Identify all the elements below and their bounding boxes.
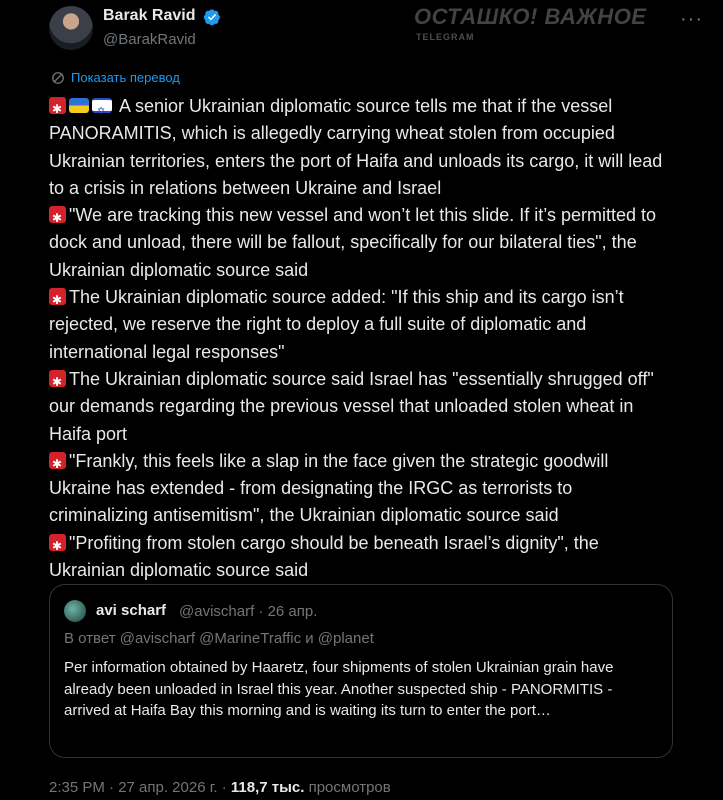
author-avatar[interactable] [49,6,93,50]
siren-emoji-icon [49,533,66,560]
tweet-paragraph: "Profiting from stolen cargo should be b… [49,530,674,585]
siren-emoji-icon [49,96,66,123]
paragraph-text: The Ukrainian diplomatic source added: "… [49,287,624,362]
views-label: просмотров [304,779,391,796]
verified-badge-icon [203,9,220,26]
watermark-title: ОСТАШКО! ВАЖНОЕ [414,4,647,29]
tweet-paragraph: "We are tracking this new vessel and won… [49,202,674,284]
tweet-paragraph: The Ukrainian diplomatic source added: "… [49,284,674,366]
siren-emoji-icon [49,451,66,478]
translate-label: Показать перевод [71,70,180,85]
translate-link[interactable]: Показать перевод [51,70,180,85]
quoted-author-handle-date[interactable]: @avischarf · 26 апр. [179,603,317,620]
quoted-author-avatar[interactable] [64,600,86,622]
author-handle[interactable]: @BarakRavid [103,31,196,48]
siren-emoji-icon [49,369,66,396]
translate-icon [52,71,64,84]
paragraph-text: The Ukrainian diplomatic source said Isr… [49,368,654,444]
quoted-author-name[interactable]: avi scharf [96,602,166,619]
siren-emoji-icon [49,287,66,314]
quoted-tweet-text: Per information obtained by Haaretz, fou… [64,659,614,719]
quoted-reply-line: В ответ @avischarf @MarineTraffic и @pla… [64,630,374,647]
quoted-tweet[interactable]: avi scharf @avischarf · 26 апр. В ответ … [49,584,673,758]
tweet-meta: 2:35 PM · 27 апр. 2026 г. · 118,7 тыс. п… [49,779,391,796]
paragraph-text: "Profiting from stolen cargo should be b… [49,532,599,581]
paragraph-text: "We are tracking this new vessel and won… [49,205,656,280]
more-options-icon[interactable]: ··· [680,8,703,31]
view-count: 118,7 тыс. [230,779,305,796]
paragraph-text: A senior Ukrainian diplomatic source tel… [49,96,663,198]
siren-emoji-icon [49,205,66,232]
paragraph-text: "Frankly, this feels like a slap in the … [49,450,609,526]
timestamp[interactable]: 2:35 PM · 27 апр. 2026 г. · [49,779,231,796]
israel-flag-icon [92,98,112,125]
tweet-paragraph: A senior Ukrainian diplomatic source tel… [49,93,674,202]
ukraine-flag-icon [69,98,89,113]
tweet-paragraph: The Ukrainian diplomatic source said Isr… [49,366,674,448]
tweet-body: A senior Ukrainian diplomatic source tel… [49,93,674,584]
watermark-subtitle: TELEGRAM [416,32,475,42]
author-name[interactable]: Barak Ravid [103,7,196,25]
tweet-paragraph: "Frankly, this feels like a slap in the … [49,448,674,530]
